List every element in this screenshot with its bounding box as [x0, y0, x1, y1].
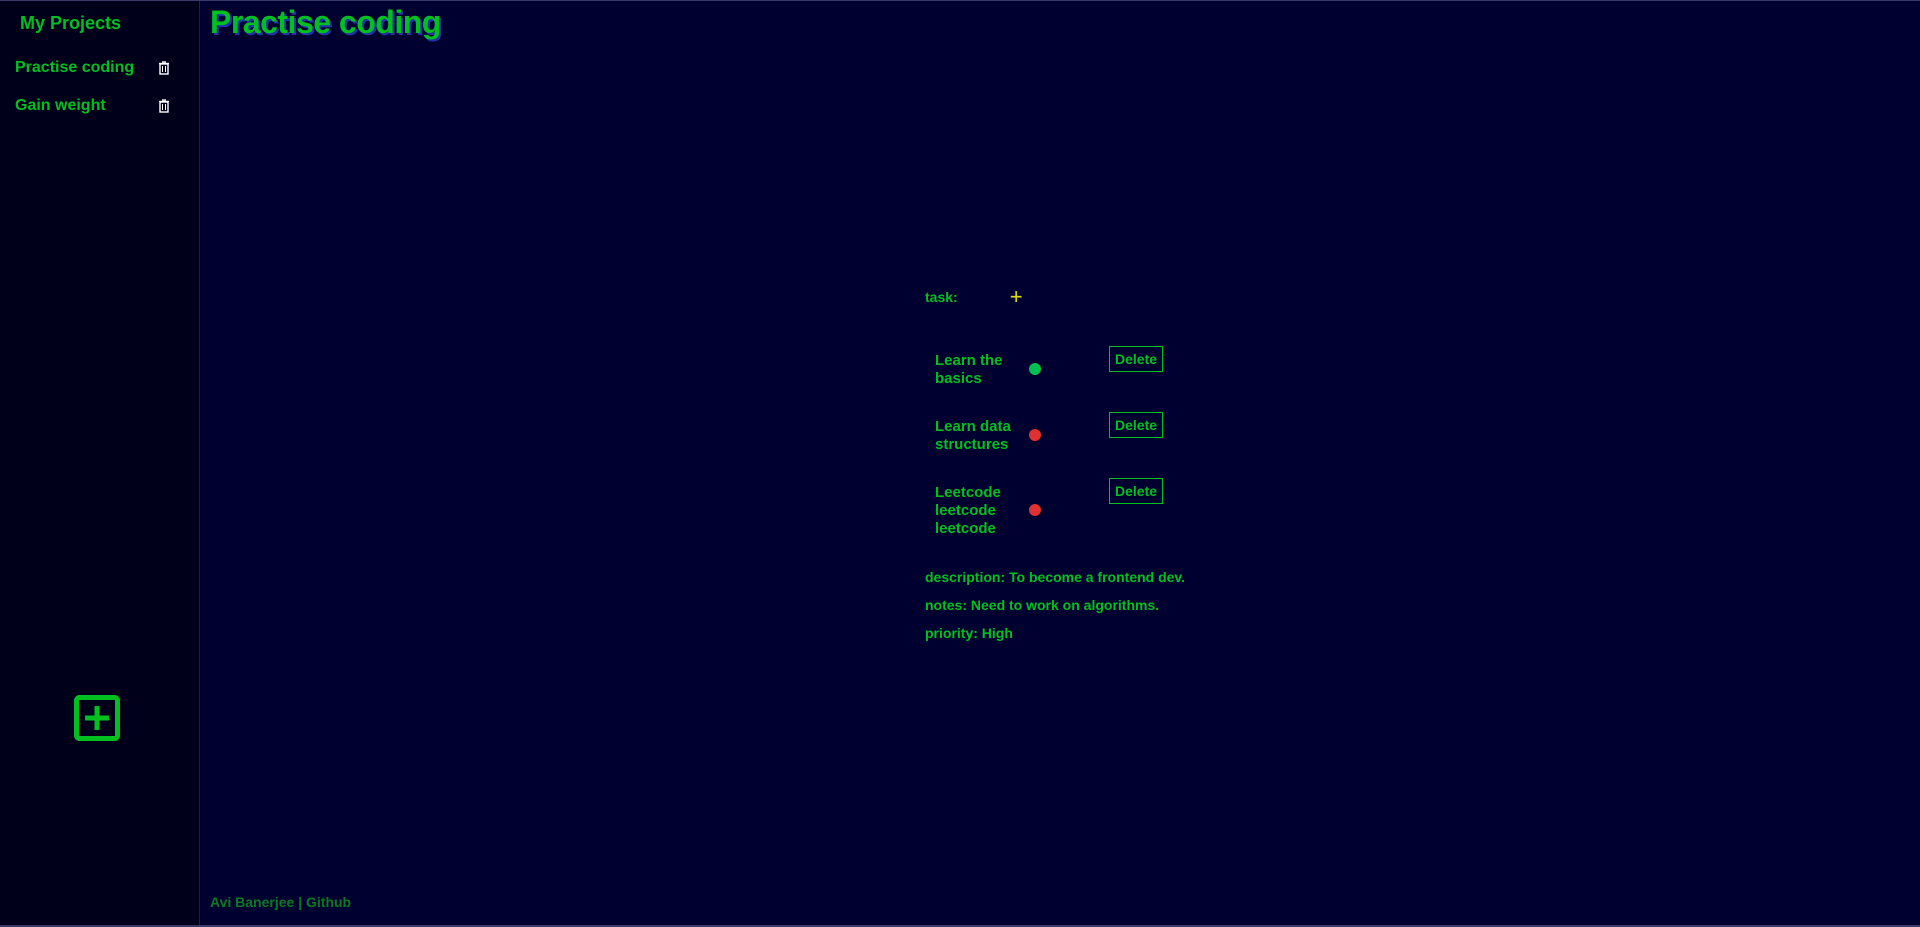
status-dot-icon[interactable]: [1029, 504, 1041, 516]
task-name: Learn the basics: [935, 352, 1003, 387]
trash-icon[interactable]: [156, 60, 172, 76]
plus-square-icon[interactable]: [74, 695, 120, 741]
task-name: Leetcode leetcode leetcode: [935, 484, 1001, 537]
task-name: Learn data structures: [935, 418, 1011, 453]
task-label: task:: [925, 289, 958, 305]
project-notes: notes: Need to work on algorithms.: [925, 597, 1160, 613]
sidebar-title: My Projects: [20, 13, 122, 33]
delete-task-button[interactable]: Delete: [1109, 478, 1164, 504]
project-label[interactable]: Gain weight: [15, 97, 156, 115]
add-task-icon[interactable]: +: [1010, 286, 1023, 308]
delete-task-button[interactable]: Delete: [1109, 346, 1164, 372]
status-dot-icon[interactable]: [1029, 363, 1041, 375]
project-label[interactable]: Practise coding: [15, 59, 156, 77]
page-title: Practise coding: [210, 4, 441, 40]
footer-separator: |: [298, 894, 303, 910]
app-root: My Projects Practise coding Gain weight: [0, 0, 1920, 927]
footer-github-link[interactable]: Github: [306, 894, 351, 910]
delete-task-button[interactable]: Delete: [1109, 412, 1164, 438]
main-panel: Practise coding task: + Learn the basics…: [200, 1, 1920, 925]
project-description: description: To become a frontend dev.: [925, 569, 1186, 585]
task-header: task: +: [925, 286, 1345, 308]
sidebar: My Projects Practise coding Gain weight: [0, 1, 200, 925]
sidebar-item-gain-weight[interactable]: Gain weight: [15, 95, 169, 117]
trash-icon[interactable]: [156, 98, 172, 114]
sidebar-item-practise-coding[interactable]: Practise coding: [15, 57, 169, 79]
project-priority: priority: High: [925, 625, 1013, 641]
project-details: task: + Learn the basics Delete Learn da…: [925, 286, 1345, 642]
footer: Avi Banerjee | Github: [210, 894, 351, 910]
status-dot-icon[interactable]: [1029, 429, 1041, 441]
footer-author: Avi Banerjee: [210, 894, 295, 910]
